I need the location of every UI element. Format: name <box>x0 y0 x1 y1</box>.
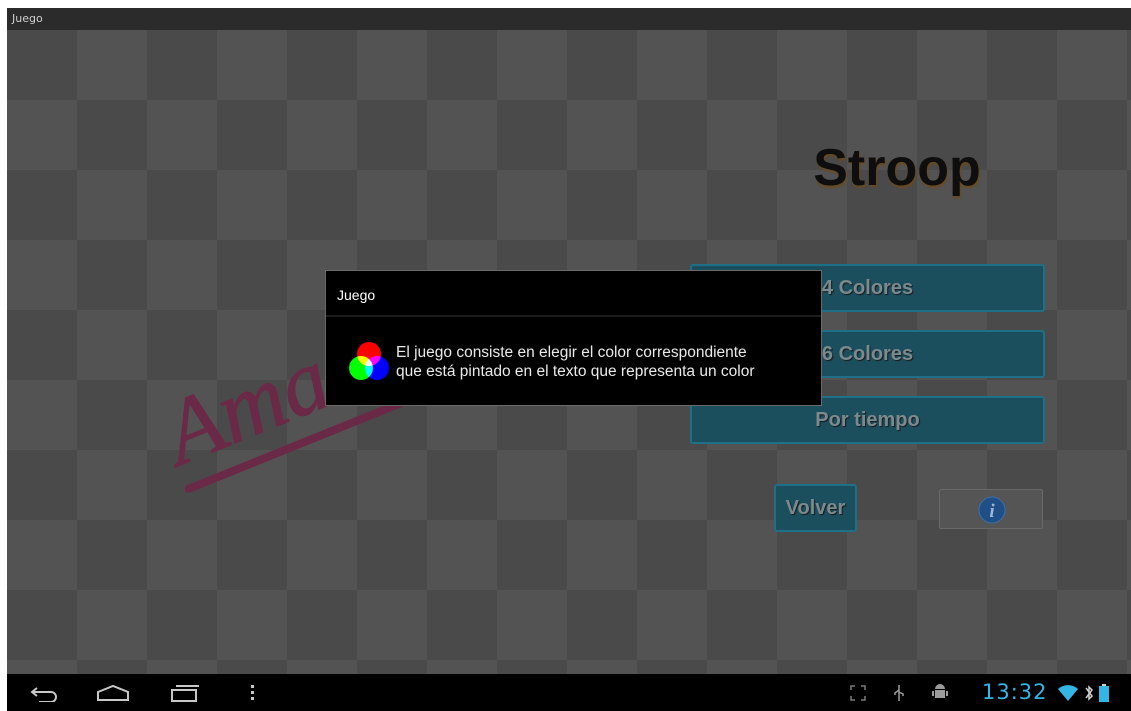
android-debug-icon <box>932 684 948 698</box>
window-title-bar: Juego <box>7 8 1131 30</box>
system-navigation-bar: 13:32 <box>7 674 1131 711</box>
info-button[interactable]: i <box>939 489 1043 529</box>
status-clock: 13:32 <box>982 680 1048 704</box>
app-title: Stroop <box>813 139 981 197</box>
usb-icon <box>894 685 904 701</box>
info-icon: i <box>978 496 1006 524</box>
dialog-divider <box>326 315 821 317</box>
menu-icon[interactable] <box>250 684 256 702</box>
svg-text:i: i <box>989 501 995 522</box>
battery-icon <box>1099 684 1109 702</box>
back-icon[interactable] <box>29 684 59 702</box>
game-info-dialog: Juego El juego consiste en elegir el col… <box>325 270 822 406</box>
dialog-message: El juego consiste en elegir el color cor… <box>396 343 816 381</box>
recent-apps-icon[interactable] <box>168 684 200 702</box>
wifi-icon <box>1058 685 1078 701</box>
dialog-title: Juego <box>337 287 376 303</box>
dialog-message-line1: El juego consiste en elegir el color cor… <box>396 344 747 361</box>
bluetooth-icon <box>1085 685 1093 701</box>
rgb-circles-icon <box>349 342 389 380</box>
screen-compat-icon[interactable] <box>849 684 867 702</box>
home-icon[interactable] <box>96 684 130 702</box>
dialog-message-line2: que está pintado en el texto que represe… <box>396 363 755 380</box>
window-title: Juego <box>12 12 43 25</box>
back-button[interactable]: Volver <box>774 484 857 532</box>
